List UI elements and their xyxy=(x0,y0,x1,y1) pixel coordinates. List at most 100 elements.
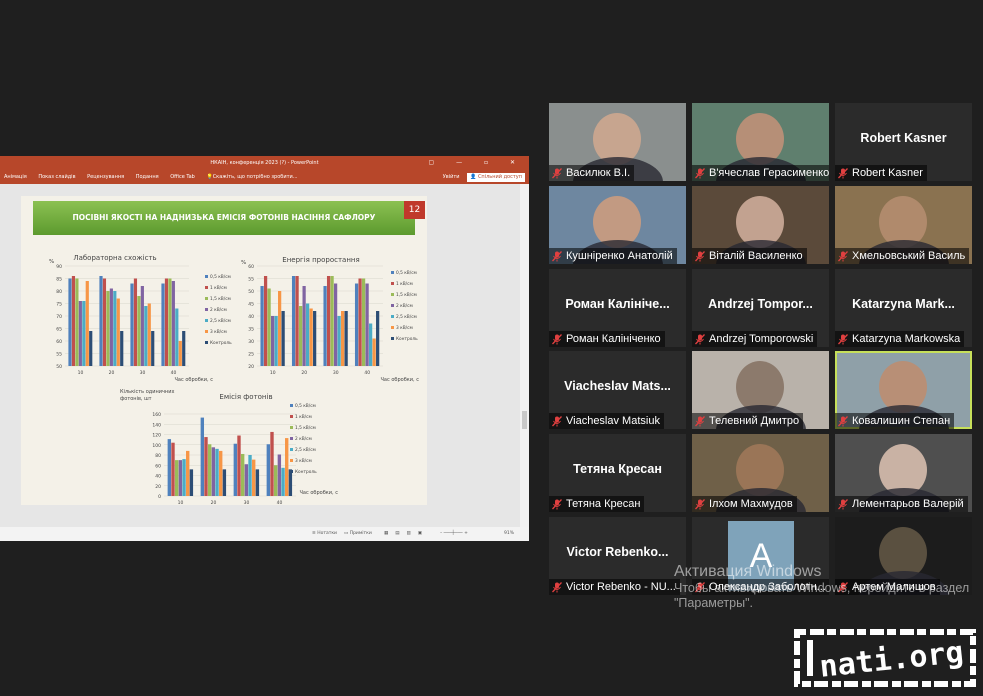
notes-label: Нотатки xyxy=(317,531,337,536)
tab-animation[interactable]: Анімація xyxy=(4,170,27,184)
slide[interactable]: ПОСІВНІ ЯКОСТІ НА НАДНИЗЬКА ЕМІСІЯ ФОТОН… xyxy=(21,196,427,505)
share-button[interactable]: 👤 Спільний доступ xyxy=(467,173,525,182)
y-tick-label: 20 xyxy=(155,484,161,490)
mic-muted-icon xyxy=(552,498,562,510)
participant-tile[interactable]: Роман Калініче... Роман Калініченко xyxy=(549,269,686,347)
bar xyxy=(281,311,285,366)
login-link[interactable]: Увійти xyxy=(443,174,460,180)
zoom-level[interactable]: 91% xyxy=(504,527,514,541)
tab-slideshow[interactable]: Показ слайдів xyxy=(38,170,75,184)
participant-name-label: Телевний Дмитро xyxy=(692,413,829,429)
tab-view[interactable]: Подання xyxy=(136,170,159,184)
tab-review[interactable]: Рецензування xyxy=(87,170,124,184)
participant-tile[interactable]: В'ячеслав Герасименко xyxy=(692,103,829,181)
participant-tile[interactable]: Ковалишин Степан xyxy=(835,351,972,429)
legend-label: 1 кВ/см xyxy=(210,285,227,291)
y-tick-label: 20 xyxy=(248,364,254,370)
y-tick-label: 50 xyxy=(248,289,254,295)
y-axis-label: % xyxy=(49,259,54,265)
participant-name-label: Тетяна Кресан xyxy=(549,496,686,512)
participant-tile[interactable]: Василюк В.І. xyxy=(549,103,686,181)
mic-muted-icon xyxy=(552,333,562,345)
bar xyxy=(207,444,212,496)
legend-label: 1 кВ/см xyxy=(295,414,312,420)
bar xyxy=(267,288,271,366)
participant-name: Кушніренко Анатолій xyxy=(566,250,673,262)
participant-name-label: Роман Калініченко xyxy=(549,331,686,347)
bar xyxy=(369,323,373,366)
vertical-scrollbar[interactable] xyxy=(520,184,529,527)
activation-subtitle: Чтобы активировать Windows, перейдите в … xyxy=(674,581,970,610)
bar xyxy=(306,303,310,366)
participant-tile[interactable]: Віталій Василенко xyxy=(692,186,829,264)
tab-office-tab[interactable]: Office Tab xyxy=(170,170,195,184)
bar xyxy=(219,450,223,496)
window-controls[interactable]: ▢ — ▫ ✕ xyxy=(429,156,525,170)
zoom-slider[interactable]: – ───┼─── + xyxy=(440,527,468,541)
bar xyxy=(189,469,194,496)
legend-swatch xyxy=(290,448,293,451)
participant-tile[interactable]: Хмельовський Василь xyxy=(835,186,972,264)
scroll-thumb[interactable] xyxy=(522,411,527,429)
legend-label: 1,5 кВ/см xyxy=(295,425,316,431)
bar xyxy=(298,306,303,366)
x-tick-label: 30 xyxy=(244,500,250,504)
bar xyxy=(285,438,289,496)
legend-label: 1,5 кВ/см xyxy=(210,296,231,302)
participant-name: Victor Rebenko - NU... xyxy=(566,581,676,593)
participant-name-label: Лементарьов Валерій xyxy=(835,496,972,512)
tell-me-input[interactable]: Скажіть, що потрібно зробити... xyxy=(213,170,298,184)
notes-button[interactable]: ≡ Нотатки xyxy=(312,527,337,541)
y-axis-label: фотонів, шт xyxy=(120,396,152,402)
participant-name-label: Кушніренко Анатолій xyxy=(549,248,686,264)
x-tick-label: 40 xyxy=(171,370,177,376)
participant-name: В'ячеслав Герасименко xyxy=(709,167,829,179)
participant-tile[interactable]: Тетяна Кресан Тетяна Кресан xyxy=(549,434,686,512)
x-axis-label: Час обробки, с xyxy=(300,490,339,496)
slide-number: 12 xyxy=(404,201,425,219)
chart-lab-germination: Лабораторна схожість% 50 55 60 65 70 75 80 85 90 1… xyxy=(49,254,232,383)
bar xyxy=(344,311,348,366)
participant-name-label: В'ячеслав Герасименко xyxy=(692,165,829,181)
bar xyxy=(82,301,86,366)
bar xyxy=(323,286,327,366)
bar xyxy=(109,288,113,366)
bar xyxy=(274,316,278,366)
bar xyxy=(233,443,238,496)
bar xyxy=(240,453,245,496)
view-buttons[interactable]: ▦▤▥▣ xyxy=(384,527,429,541)
bar xyxy=(211,447,216,496)
legend-swatch xyxy=(391,293,394,296)
bar xyxy=(113,291,117,366)
participant-tile[interactable]: Robert Kasner Robert Kasner xyxy=(835,103,972,181)
window-title: НКАІН, конференція 2023 (?) - PowerPoint xyxy=(210,160,319,166)
comments-button[interactable]: ▭ Примітки xyxy=(344,527,372,541)
participant-name: Лементарьов Валерій xyxy=(852,498,964,510)
participant-tile[interactable]: Viacheslav Mats... Viacheslav Matsiuk xyxy=(549,351,686,429)
participant-tile[interactable]: Телевний Дмитро xyxy=(692,351,829,429)
chart-title: Емісія фотонів xyxy=(219,393,272,401)
bar xyxy=(68,278,72,366)
participant-name: Ілхом Махмудов xyxy=(709,498,793,510)
participant-name-label: Viacheslav Matsiuk xyxy=(549,413,686,429)
participant-tile[interactable]: Andrzej Tompor... Andrzej Tomporowski xyxy=(692,269,829,347)
participant-name-label: Хмельовський Василь xyxy=(835,248,972,264)
participant-tile[interactable]: Кушніренко Анатолій xyxy=(549,186,686,264)
participant-tile[interactable]: Ілхом Махмудов xyxy=(692,434,829,512)
x-tick-label: 20 xyxy=(109,370,115,376)
bar xyxy=(161,283,165,366)
participant-display-name: Katarzyna Mark... xyxy=(852,297,955,311)
participant-display-name: Тетяна Кресан xyxy=(573,462,662,476)
bar xyxy=(171,442,175,496)
bar xyxy=(248,455,252,496)
y-tick-label: 85 xyxy=(56,277,62,283)
y-tick-label: 120 xyxy=(152,433,161,439)
participant-tile[interactable]: Лементарьов Валерій xyxy=(835,434,972,512)
participant-tile[interactable]: Victor Rebenko... Victor Rebenko - NU... xyxy=(549,517,686,595)
slide-canvas: ПОСІВНІ ЯКОСТІ НА НАДНИЗЬКА ЕМІСІЯ ФОТОН… xyxy=(0,184,529,527)
participant-tile[interactable]: Katarzyna Mark... Katarzyna Markowska xyxy=(835,269,972,347)
nati-logo: nati.org.ua xyxy=(794,629,977,687)
y-tick-label: 80 xyxy=(155,453,161,459)
bar xyxy=(85,281,89,366)
participant-name: Хмельовський Василь xyxy=(852,250,966,262)
